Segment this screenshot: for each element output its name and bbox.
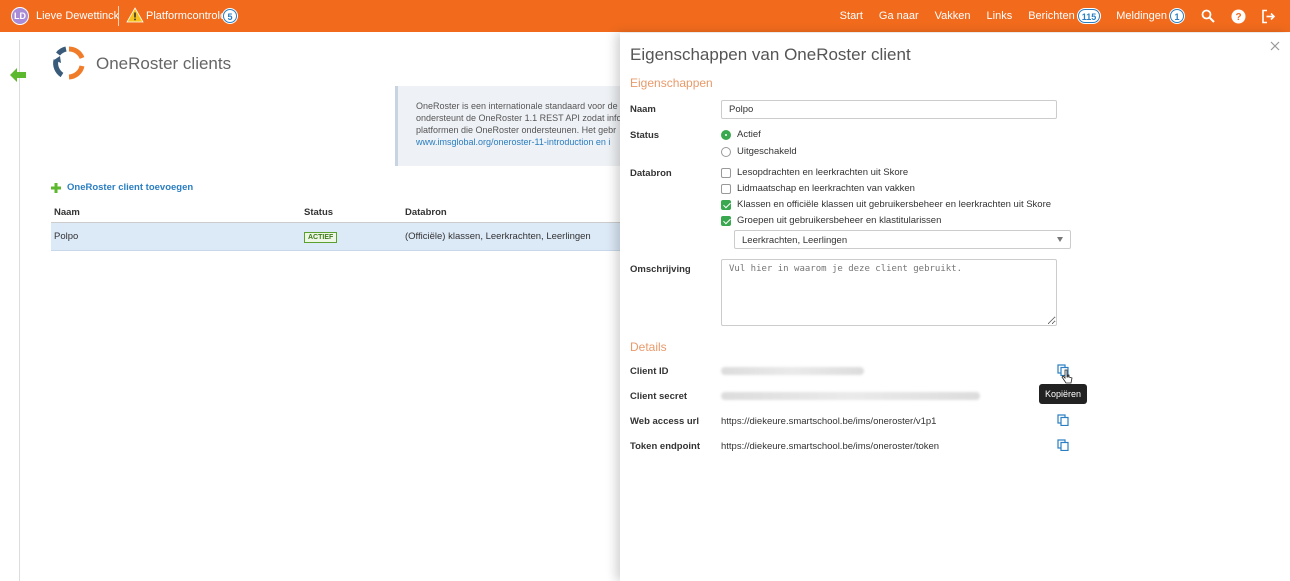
clients-table: Naam Status Databron Polpo ACTIEF (Offic… [51, 203, 621, 251]
checkbox-checked[interactable] [721, 199, 731, 210]
section-details-title: Details [630, 340, 667, 354]
databron-checkbox-lidmaatschap[interactable]: Lidmaatschap en leerkrachten van vakken [721, 183, 915, 194]
info-link[interactable]: www.imsglobal.org/oneroster-11-introduct… [416, 136, 635, 148]
status-option-label: Uitgeschakeld [737, 146, 797, 157]
add-client-label: OneRoster client toevoegen [67, 182, 194, 193]
info-line: ondersteunt de OneRoster 1.1 REST API zo… [416, 113, 622, 123]
token-endpoint-value: https://diekeure.smartschool.be/ims/oner… [721, 441, 940, 452]
databron-option-label: Lesopdrachten en leerkrachten uit Skore [737, 167, 909, 178]
status-radio-uitgeschakeld[interactable]: Uitgeschakeld [721, 146, 797, 157]
databron-checkbox-lesopdrachten[interactable]: Lesopdrachten en leerkrachten uit Skore [721, 167, 908, 178]
info-line: platformen die OneRoster ondersteunen. H… [416, 125, 617, 135]
left-rail [19, 40, 20, 581]
platform-count-badge: 5 [223, 9, 237, 23]
info-box: OneRoster is een internationale standaar… [395, 86, 635, 166]
column-header-databron[interactable]: Databron [405, 207, 621, 218]
column-header-naam[interactable]: Naam [51, 207, 304, 218]
meldingen-count-badge: 1 [1170, 9, 1184, 23]
help-icon[interactable]: ? [1230, 8, 1246, 24]
checkbox-unchecked[interactable] [721, 167, 731, 178]
avatar[interactable]: LD [11, 7, 29, 25]
status-badge: ACTIEF [304, 231, 338, 243]
nav-vakken[interactable]: Vakken [935, 10, 971, 22]
nav-meldingen[interactable]: Meldingen 1 [1116, 9, 1184, 23]
nav-berichten-label: Berichten [1028, 10, 1075, 22]
databron-label: Databron [630, 168, 672, 179]
copy-tooltip: Kopiëren [1039, 384, 1088, 404]
status-option-label: Actief [737, 129, 761, 140]
web-access-url-label: Web access url [630, 416, 700, 427]
nav-start[interactable]: Start [840, 10, 863, 22]
copy-icon[interactable] [1057, 414, 1069, 426]
databron-option-label: Lidmaatschap en leerkrachten van vakken [737, 183, 915, 194]
warning-icon [126, 7, 144, 23]
naam-field[interactable] [721, 100, 1057, 119]
nav-ga-naar[interactable]: Ga naar [879, 10, 919, 22]
client-secret-value-blurred [721, 392, 980, 400]
databron-checkbox-groepen[interactable]: Groepen uit gebruikersbeheer en klastitu… [721, 215, 941, 226]
cell-status: ACTIEF [304, 231, 405, 243]
svg-text:?: ? [1235, 12, 1241, 23]
user-name[interactable]: Lieve Dewettinck [36, 10, 119, 22]
naam-label: Naam [630, 104, 656, 115]
status-label: Status [630, 130, 660, 141]
panel-title: Eigenschappen van OneRoster client [630, 45, 911, 64]
pointer-cursor-icon [1061, 369, 1073, 384]
nav-links[interactable]: Links [987, 10, 1013, 22]
nav-meldingen-label: Meldingen [1116, 10, 1167, 22]
omschrijving-field[interactable] [721, 259, 1057, 326]
close-icon[interactable] [1270, 41, 1280, 51]
web-access-url-value: https://diekeure.smartschool.be/ims/oner… [721, 416, 937, 427]
databron-option-label: Groepen uit gebruikersbeheer en klastitu… [737, 215, 942, 226]
client-secret-label: Client secret [630, 391, 688, 402]
checkbox-unchecked[interactable] [721, 183, 731, 194]
databron-checkbox-klassen[interactable]: Klassen en officiële klassen uit gebruik… [721, 199, 1051, 210]
token-endpoint-label: Token endpoint [630, 441, 701, 452]
groepen-select[interactable]: Leerkrachten, Leerlingen [734, 230, 1071, 249]
logout-icon[interactable] [1260, 8, 1276, 24]
berichten-count-badge: 115 [1077, 9, 1101, 23]
platform-control-link[interactable]: Platformcontrole [146, 10, 226, 22]
databron-option-label: Klassen en officiële klassen uit gebruik… [737, 199, 1052, 210]
column-header-status[interactable]: Status [304, 207, 405, 218]
checkbox-checked[interactable] [721, 215, 731, 226]
omschrijving-label: Omschrijving [630, 264, 691, 275]
section-properties-title: Eigenschappen [630, 76, 713, 90]
chevron-down-icon [1057, 237, 1063, 242]
client-properties-panel: Eigenschappen van OneRoster client Eigen… [620, 33, 1290, 581]
top-bar: LD Lieve Dewettinck Platformcontrole 5 S… [0, 0, 1290, 32]
copy-icon[interactable] [1057, 439, 1069, 451]
plus-icon [51, 182, 61, 193]
client-id-value-blurred [721, 367, 864, 375]
back-arrow-icon[interactable] [10, 68, 26, 82]
radio-unchecked[interactable] [721, 146, 731, 157]
status-radio-actief[interactable]: Actief [721, 129, 761, 140]
cell-databron: (Officiële) klassen, Leerkrachten, Leerl… [405, 231, 591, 242]
oneroster-logo-icon [53, 46, 85, 80]
table-header: Naam Status Databron [51, 203, 621, 223]
info-line: OneRoster is een internationale standaar… [416, 101, 618, 111]
divider [118, 6, 119, 26]
search-icon[interactable] [1200, 8, 1216, 24]
page-title: OneRoster clients [96, 54, 232, 73]
cell-naam: Polpo [54, 231, 79, 242]
nav-berichten[interactable]: Berichten 115 [1028, 9, 1101, 23]
groepen-select-value: Leerkrachten, Leerlingen [742, 235, 848, 246]
top-nav: Start Ga naar Vakken Links Berichten 115… [840, 0, 1290, 32]
add-client-button[interactable]: OneRoster client toevoegen [51, 182, 193, 193]
radio-checked[interactable] [721, 129, 731, 140]
table-row[interactable]: Polpo ACTIEF (Officiële) klassen, Leerkr… [51, 223, 621, 251]
client-id-label: Client ID [630, 366, 669, 377]
